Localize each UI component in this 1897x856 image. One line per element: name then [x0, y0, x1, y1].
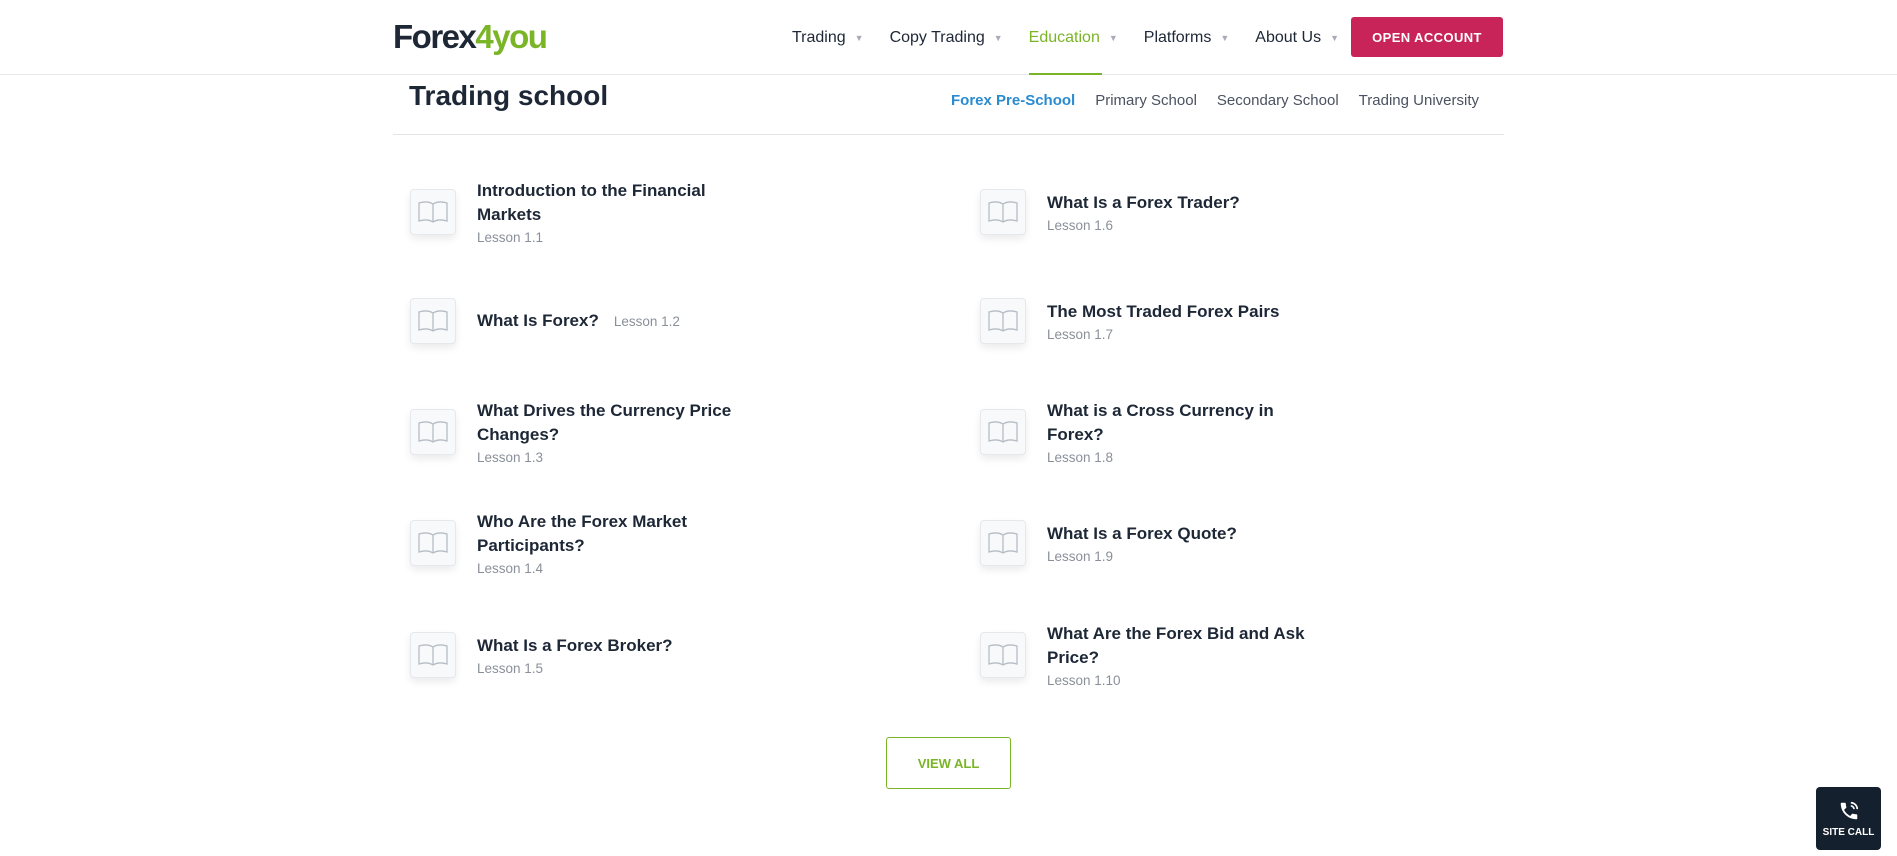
lesson-text: What Are the Forex Bid and Ask Price? Les… [1047, 622, 1307, 688]
lesson-title[interactable]: The Most Traded Forex Pairs [1047, 300, 1307, 324]
lesson-number: Lesson 1.10 [1047, 673, 1121, 688]
caret-down-icon: ▼ [1330, 32, 1339, 43]
lesson-item[interactable]: What Is a Forex Trader? Lesson 1.6 [980, 185, 1460, 239]
site-call-label: SITE CALL [1822, 826, 1875, 838]
lesson-title[interactable]: What Is Forex? [477, 309, 599, 333]
book-icon [980, 409, 1026, 455]
lesson-text: The Most Traded Forex Pairs Lesson 1.7 [1047, 300, 1307, 342]
caret-down-icon: ▼ [1108, 32, 1118, 43]
nav-label: Education [1028, 28, 1100, 46]
lesson-number: Lesson 1.2 [613, 314, 680, 329]
page-title: Trading school [409, 80, 609, 111]
open-account-button[interactable]: OPEN ACCOUNT [1351, 17, 1503, 57]
lesson-text: What is a Cross Currency in Forex? Lesson… [1047, 399, 1307, 465]
nav-trading[interactable]: Trading ▼ [792, 0, 864, 75]
nav-education[interactable]: Education ▼ [1028, 0, 1118, 75]
nav-label: Trading [792, 28, 846, 46]
book-icon [980, 520, 1026, 566]
phone-icon [1840, 801, 1858, 819]
lesson-text: What Is Forex? Lesson 1.2 [477, 309, 777, 333]
lesson-title[interactable]: What Is a Forex Broker? [477, 634, 737, 658]
lesson-item[interactable]: What Drives the Currency Price Changes? L… [410, 401, 890, 465]
lesson-number: Lesson 1.6 [1047, 218, 1114, 233]
forex4you-logo[interactable]: Forex4you [393, 18, 548, 56]
lesson-text: What Drives the Currency Price Changes? L… [477, 399, 737, 465]
lesson-item[interactable]: Introduction to the Financial Markets Les… [410, 181, 890, 245]
lesson-number: Lesson 1.1 [477, 230, 544, 245]
book-icon [980, 632, 1026, 678]
lesson-title[interactable]: What Are the Forex Bid and Ask Price? [1047, 622, 1307, 670]
view-all-button[interactable]: VIEW ALL [886, 737, 1011, 789]
caret-down-icon: ▼ [854, 32, 864, 43]
lesson-item[interactable]: What Are the Forex Bid and Ask Price? Les… [980, 624, 1460, 688]
lesson-item[interactable]: What Is a Forex Broker? Lesson 1.5 [410, 628, 890, 682]
caret-down-icon: ▼ [1220, 32, 1230, 43]
logo-text-accent: 4you [475, 18, 548, 55]
lesson-title[interactable]: Who Are the Forex Market Participants? [477, 510, 737, 558]
lesson-title[interactable]: What Is a Forex Trader? [1047, 191, 1307, 215]
lesson-number: Lesson 1.4 [477, 561, 544, 576]
lesson-title[interactable]: Introduction to the Financial Markets [477, 179, 737, 227]
school-tabs: Forex Pre-School Primary School Secondar… [951, 92, 1479, 109]
tab-primary-school[interactable]: Primary School [1095, 92, 1197, 109]
book-icon [410, 632, 456, 678]
lesson-item[interactable]: What is a Cross Currency in Forex? Lesson… [980, 401, 1460, 465]
nav-about-us[interactable]: About Us ▼ [1255, 0, 1339, 75]
lesson-text: Introduction to the Financial Markets Les… [477, 179, 737, 245]
site-header: Forex4you Trading ▼ Copy Trading ▼ Educati… [0, 0, 1897, 75]
lesson-number: Lesson 1.8 [1047, 450, 1114, 465]
divider [393, 134, 1504, 135]
lesson-title[interactable]: What is a Cross Currency in Forex? [1047, 399, 1307, 447]
tab-trading-university[interactable]: Trading University [1359, 92, 1479, 109]
logo-text: Forex [393, 18, 477, 55]
lesson-number: Lesson 1.9 [1047, 549, 1114, 564]
book-icon [410, 189, 456, 235]
lesson-text: What Is a Forex Trader? Lesson 1.6 [1047, 191, 1307, 233]
lesson-number: Lesson 1.5 [477, 661, 544, 676]
main-nav: Trading ▼ Copy Trading ▼ Education ▼ Platfo… [792, 0, 1365, 75]
book-icon [410, 409, 456, 455]
book-icon [410, 520, 456, 566]
nav-label: Platforms [1143, 28, 1212, 46]
caret-down-icon: ▼ [993, 32, 1003, 43]
lesson-item[interactable]: Who Are the Forex Market Participants? Le… [410, 512, 890, 576]
lesson-number: Lesson 1.3 [477, 450, 544, 465]
site-call-button[interactable]: SITE CALL [1816, 787, 1881, 850]
lesson-text: What Is a Forex Broker? Lesson 1.5 [477, 634, 737, 676]
tab-secondary-school[interactable]: Secondary School [1217, 92, 1339, 109]
lesson-title[interactable]: What Is a Forex Quote? [1047, 522, 1307, 546]
nav-platforms[interactable]: Platforms ▼ [1144, 0, 1230, 75]
book-icon [410, 298, 456, 344]
book-icon [980, 189, 1026, 235]
lesson-item[interactable]: What Is a Forex Quote? Lesson 1.9 [980, 516, 1460, 570]
lesson-number: Lesson 1.7 [1047, 327, 1114, 342]
nav-label: About Us [1255, 28, 1322, 46]
lesson-item[interactable]: The Most Traded Forex Pairs Lesson 1.7 [980, 294, 1460, 348]
nav-label: Copy Trading [889, 28, 985, 46]
lesson-text: Who Are the Forex Market Participants? Le… [477, 510, 737, 576]
tab-forex-pre-school[interactable]: Forex Pre-School [951, 92, 1075, 109]
lesson-item[interactable]: What Is Forex? Lesson 1.2 [410, 294, 890, 348]
book-icon [980, 298, 1026, 344]
lesson-text: What Is a Forex Quote? Lesson 1.9 [1047, 522, 1307, 564]
nav-copy-trading[interactable]: Copy Trading ▼ [890, 0, 1003, 75]
lesson-title[interactable]: What Drives the Currency Price Changes? [477, 399, 737, 447]
